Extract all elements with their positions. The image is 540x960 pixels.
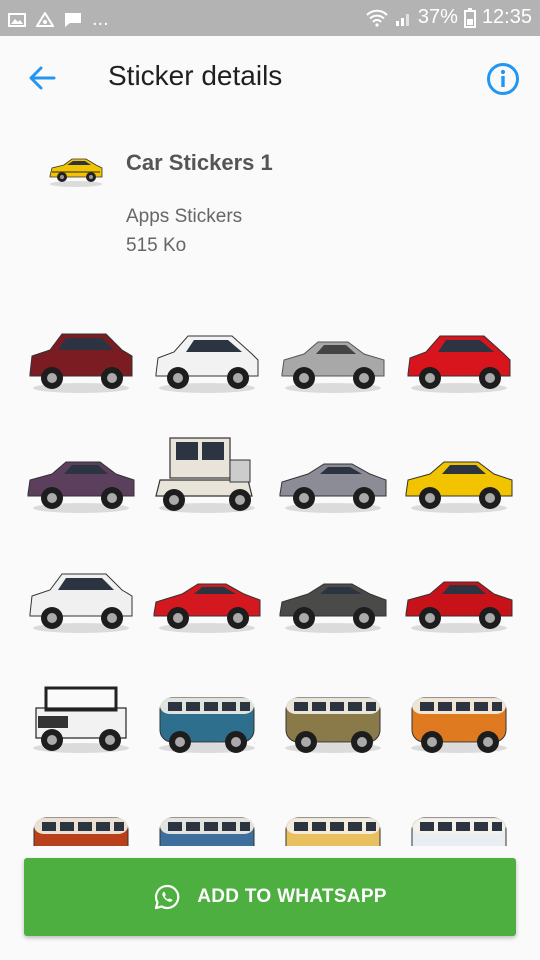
add-to-whatsapp-label: ADD TO WHATSAPP: [197, 886, 387, 907]
image-notification-icon: [8, 12, 26, 27]
sticker-image: [159, 817, 255, 846]
pack-publisher: Apps Stickers: [126, 206, 243, 227]
sticker-red-hatchback[interactable]: [400, 300, 518, 410]
sticker-orange-camper-van[interactable]: [400, 660, 518, 770]
sticker-white-vw-bus[interactable]: [400, 780, 518, 846]
whatsapp-icon: [155, 884, 180, 910]
wifi-icon: [366, 9, 388, 27]
signal-icon: [395, 13, 409, 26]
sticker-image: [27, 461, 135, 513]
sticker-image: [405, 581, 513, 633]
pack-name: Car Stickers 1: [126, 150, 273, 175]
sticker-painted-vw-bus[interactable]: [274, 660, 392, 770]
sticker-image: [155, 335, 259, 393]
battery-percent: 37%: [417, 6, 458, 28]
sticker-yellow-muscle-car[interactable]: [400, 420, 518, 530]
sticker-image: [285, 697, 381, 753]
message-notification-icon: [65, 12, 81, 27]
sticker-image: [405, 461, 513, 513]
arrow-back-icon[interactable]: [26, 62, 58, 94]
app-bar: Sticker details: [0, 36, 540, 120]
sticker-red-suv[interactable]: [22, 300, 140, 410]
sticker-image: [411, 817, 507, 846]
app-notification-icon: [36, 11, 54, 27]
status-bar: ... 37% 12:35: [0, 0, 540, 36]
sticker-image: [279, 463, 387, 513]
sticker-purple-coupe[interactable]: [22, 420, 140, 530]
info-icon[interactable]: [486, 62, 520, 96]
sticker-red-sports-car[interactable]: [148, 540, 266, 650]
sticker-image: [281, 341, 385, 393]
sticker-white-suv[interactable]: [22, 540, 140, 650]
sticker-image: [153, 583, 261, 633]
sticker-blue-vw-bus[interactable]: [148, 660, 266, 770]
sticker-image: [407, 335, 511, 393]
sticker-image: [155, 437, 255, 513]
sticker-yellow-surf-van[interactable]: [274, 780, 392, 846]
sticker-vintage-white-car[interactable]: [148, 420, 266, 530]
sticker-image: [411, 697, 507, 753]
sticker-image: [29, 573, 133, 633]
pack-size: 515 Ko: [126, 235, 187, 256]
sticker-grey-supercar[interactable]: [274, 540, 392, 650]
sticker-red-mustang[interactable]: [400, 540, 518, 650]
sticker-blue-white-vw-bus[interactable]: [148, 780, 266, 846]
clock: 12:35: [481, 6, 532, 28]
sticker-image: [33, 686, 129, 753]
sticker-silver-convertible[interactable]: [274, 420, 392, 530]
sticker-grid: [22, 300, 522, 846]
sticker-red-vw-bus[interactable]: [22, 780, 140, 846]
status-notifications: ...: [8, 8, 109, 31]
more-notifications: ...: [92, 8, 109, 30]
status-indicators: 37% 12:35: [366, 6, 532, 29]
sticker-white-jeep[interactable]: [22, 660, 140, 770]
sticker-image: [33, 817, 129, 846]
sticker-image: [159, 697, 255, 753]
sticker-white-hatchback[interactable]: [148, 300, 266, 410]
battery-icon: [463, 7, 476, 28]
sticker-silver-classic-car[interactable]: [274, 300, 392, 410]
page-title: Sticker details: [108, 60, 283, 91]
sticker-image: [285, 817, 381, 846]
sticker-image: [29, 333, 133, 393]
sticker-image: [279, 583, 387, 633]
add-to-whatsapp-button[interactable]: ADD TO WHATSAPP: [24, 858, 516, 936]
pack-thumbnail: [49, 158, 103, 187]
